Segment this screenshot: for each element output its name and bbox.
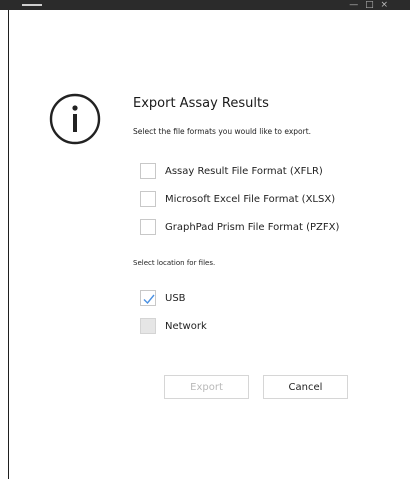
- checkbox-xlsx[interactable]: [140, 191, 156, 207]
- minimize-dash: [22, 4, 42, 6]
- format-label-xlsx: Microsoft Excel File Format (XLSX): [165, 193, 336, 205]
- format-option-pzfx[interactable]: GraphPad Prism File Format (PZFX): [140, 218, 339, 236]
- cancel-button[interactable]: Cancel: [263, 375, 348, 399]
- checkmark-icon: [143, 294, 155, 305]
- format-label-pzfx: GraphPad Prism File Format (PZFX): [165, 221, 340, 233]
- window-left-border: [8, 10, 9, 479]
- format-option-xflr[interactable]: Assay Result File Format (XFLR): [140, 162, 323, 180]
- window-controls[interactable]: — □ ×: [349, 0, 390, 10]
- dialog-title: Export Assay Results: [133, 96, 269, 111]
- checkbox-usb[interactable]: [140, 290, 156, 306]
- location-label-usb: USB: [165, 292, 186, 304]
- format-label-xflr: Assay Result File Format (XFLR): [165, 165, 323, 177]
- checkbox-xflr[interactable]: [140, 163, 156, 179]
- format-option-xlsx[interactable]: Microsoft Excel File Format (XLSX): [140, 190, 335, 208]
- window-top-bar: — □ ×: [0, 0, 410, 10]
- dialog-subtitle: Select the file formats you would like t…: [133, 127, 312, 136]
- location-option-network[interactable]: Network: [140, 317, 207, 335]
- location-label: Select location for files.: [133, 259, 216, 267]
- checkbox-pzfx[interactable]: [140, 219, 156, 235]
- location-option-usb[interactable]: USB: [140, 289, 186, 307]
- export-button[interactable]: Export: [164, 375, 249, 399]
- checkbox-network[interactable]: [140, 318, 156, 334]
- location-label-network: Network: [165, 320, 207, 332]
- info-circle-icon: [49, 93, 101, 145]
